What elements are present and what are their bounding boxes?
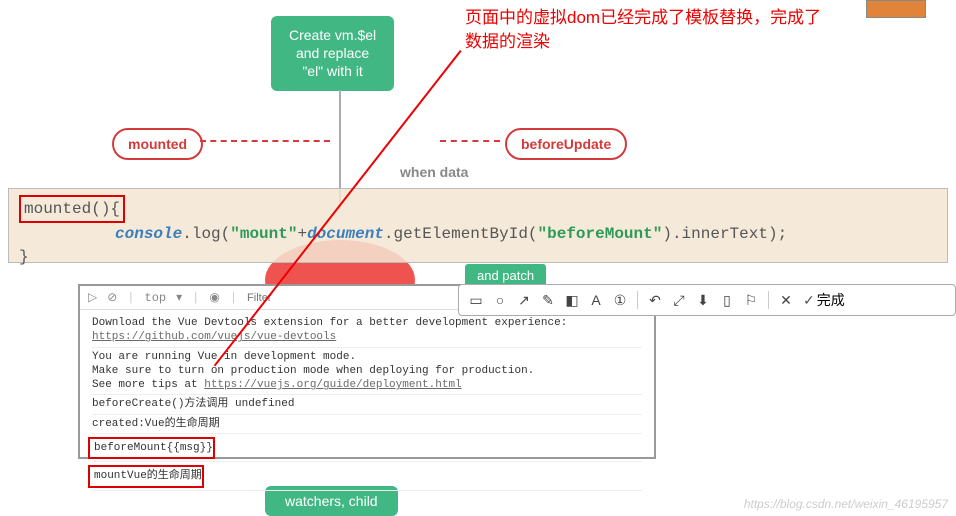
when-data-text: when data — [400, 165, 468, 180]
context-selector[interactable]: top — [145, 291, 167, 305]
before-update-label: beforeUpdate — [505, 128, 627, 160]
undo-icon[interactable]: ↶ — [648, 293, 662, 307]
deployment-link[interactable]: https://vuejs.org/guide/deployment.html — [204, 379, 461, 391]
clear-icon[interactable]: ⊘ — [107, 290, 117, 305]
create-vm-el-node: Create vm.$el and replace "el" with it — [271, 16, 394, 91]
console-msg-beforecreate: beforeCreate()方法调用 undefined — [92, 395, 642, 414]
bookmark-icon[interactable]: ⚐ — [744, 293, 758, 307]
console-msg-created: created:Vue的生命周期 — [92, 415, 642, 434]
download-icon[interactable]: ⬇ — [696, 293, 710, 307]
code-snippet: mounted(){ console.log("mount"+document.… — [8, 188, 948, 263]
mounted-decl-highlight: mounted(){ — [19, 195, 125, 223]
annotation-toolbar: ▭ ○ ↗ ✎ ◧ A ① ↶ ⤢ ⬇ ▯ ⚐ ✕ 完成 — [458, 284, 956, 316]
rect-icon[interactable]: ▭ — [469, 293, 483, 307]
mask-icon[interactable]: ◧ — [565, 293, 579, 307]
dash-right — [440, 140, 500, 142]
dash-left — [200, 140, 330, 142]
watermark: https://blog.csdn.net/weixin_46195957 — [744, 497, 948, 511]
mounted-label: mounted — [112, 128, 203, 160]
console-msg-devmode: You are running Vue in development mode.… — [92, 348, 642, 396]
text-icon[interactable]: A — [589, 293, 603, 307]
divider-1 — [637, 291, 638, 309]
circle-icon[interactable]: ○ — [493, 293, 507, 307]
orange-decoration — [866, 0, 926, 18]
annotation-text: 页面中的虚拟dom已经完成了模板替换，完成了 数据的渲染 — [465, 6, 821, 54]
close-icon[interactable]: ✕ — [779, 293, 793, 307]
divider-2 — [768, 291, 769, 309]
create-node-text: Create vm.$el and replace "el" with it — [289, 27, 376, 79]
devtools-link[interactable]: https://github.com/vuejs/vue-devtools — [92, 331, 336, 343]
dropdown-icon[interactable]: ▾ — [176, 290, 182, 305]
filter-input[interactable] — [247, 292, 327, 304]
eye-icon[interactable]: ◉ — [209, 290, 219, 305]
phone-icon[interactable]: ▯ — [720, 293, 734, 307]
pen-icon[interactable]: ✎ — [541, 293, 555, 307]
console-body: Download the Vue Devtools extension for … — [80, 310, 654, 495]
console-msg-devtools: Download the Vue Devtools extension for … — [92, 314, 642, 348]
done-button[interactable]: 完成 — [803, 290, 845, 310]
play-icon[interactable]: ▷ — [88, 290, 97, 305]
number-icon[interactable]: ① — [613, 293, 627, 307]
console-msg-mount: mountVue的生命周期 — [88, 465, 204, 487]
console-msg-beforemount: beforeMount{{msg}} — [88, 437, 215, 459]
expand-icon[interactable]: ⤢ — [672, 293, 686, 307]
arrow-icon[interactable]: ↗ — [517, 293, 531, 307]
